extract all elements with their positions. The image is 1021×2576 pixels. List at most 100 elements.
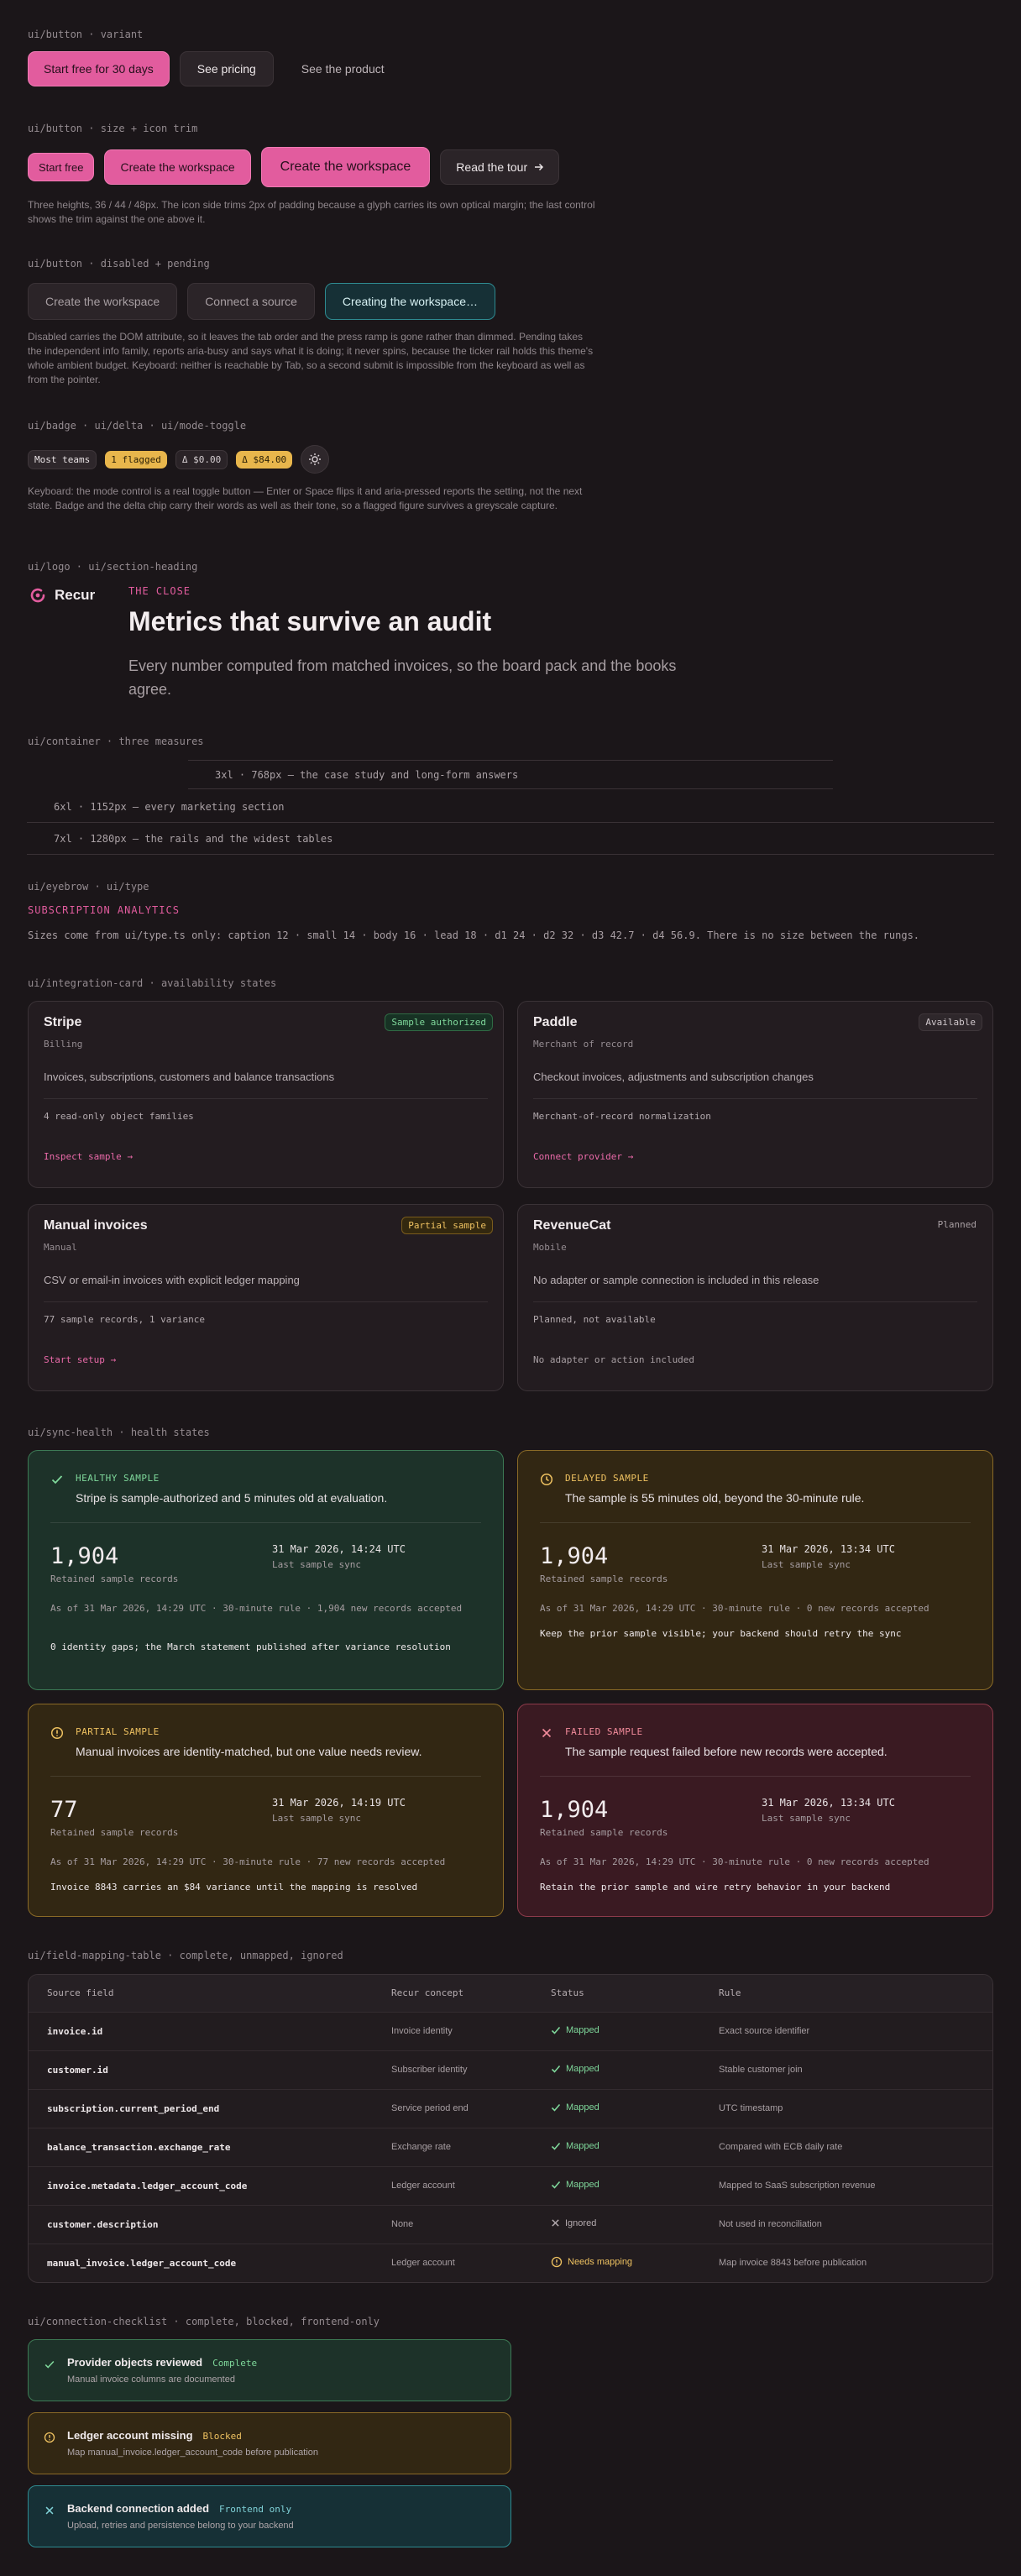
start-free-button[interactable]: Start free for 30 days [28, 51, 170, 86]
sync-tag: HEALTHY SAMPLE [76, 1473, 160, 1484]
divider [540, 1776, 971, 1777]
integration-title: Manual invoices [44, 1218, 148, 1233]
see-pricing-button[interactable]: See pricing [179, 51, 274, 86]
flagged-badge: 1 flagged [105, 450, 167, 469]
container-7xl: 7xl · 1280px — the rails and the widest … [27, 825, 994, 855]
eyebrow: SUBSCRIPTION ANALYTICS [28, 904, 180, 916]
sync-count: 1,904 [540, 1797, 609, 1823]
check-icon [551, 2103, 561, 2112]
table-row: customer.id Subscriber identity Mapped S… [29, 2050, 992, 2090]
column-header: Source field [29, 1975, 373, 2013]
arrow-right-icon [535, 163, 544, 171]
sun-icon [309, 453, 322, 465]
checklist-item-blocked: Ledger account missing Blocked Map manual… [28, 2412, 511, 2474]
rule: Mapped to SaaS subscription revenue [700, 2166, 992, 2206]
section-label-logo: ui/logo · ui/section-heading [28, 561, 198, 573]
inspect-sample-link[interactable]: Inspect sample → [44, 1151, 133, 1162]
column-header: Recur concept [373, 1975, 532, 2013]
sync-date: 31 Mar 2026, 14:24 UTC [272, 1543, 406, 1555]
section-label-badge: ui/badge · ui/delta · ui/mode-toggle [28, 420, 247, 432]
status-label: Needs mapping [568, 2256, 633, 2267]
table-row: balance_transaction.exchange_rate Exchan… [29, 2128, 992, 2167]
rule: Map invoice 8843 before publication [719, 2258, 867, 2269]
checklist-title: Backend connection added Frontend only [67, 2502, 291, 2515]
create-workspace-large-button[interactable]: Create the workspace [260, 147, 431, 187]
checklist-description: Map manual_invoice.ledger_account_code b… [67, 2448, 319, 2458]
create-workspace-disabled-button: Create the workspace [28, 283, 178, 320]
status-label: Mapped [566, 2179, 600, 2190]
delta-positive-chip: Δ $84.00 [236, 450, 293, 469]
rule: Stable customer join [700, 2050, 992, 2090]
divider [50, 1522, 481, 1523]
warning-circle-icon [551, 2256, 563, 2267]
sync-footnote: Retain the prior sample and wire retry b… [540, 1882, 891, 1893]
read-tour-button[interactable]: Read the tour [440, 149, 560, 185]
container-6xl: 6xl · 1152px — every marketing section [27, 793, 994, 823]
mode-toggle[interactable] [301, 445, 330, 474]
container-3xl-label: 3xl · 768px — the case study and long-fo… [215, 769, 519, 781]
table-row: invoice.metadata.ledger_account_code Led… [29, 2166, 992, 2206]
sync-card-delayed: DELAYED SAMPLE The sample is 55 minutes … [517, 1450, 993, 1690]
source-field: manual_invoice.ledger_account_code [47, 2257, 237, 2269]
sync-date: 31 Mar 2026, 13:34 UTC [762, 1797, 895, 1809]
recur-concept: Exchange rate [373, 2128, 532, 2167]
create-workspace-medium-button[interactable]: Create the workspace [104, 149, 251, 185]
status-cell: Mapped [532, 2166, 700, 2206]
start-setup-link[interactable]: Start setup → [44, 1354, 116, 1365]
checklist-item-complete: Provider objects reviewed Complete Manual… [28, 2339, 511, 2401]
integration-subtitle: Mobile [533, 1242, 567, 1253]
check-icon [45, 2360, 55, 2369]
sync-tag: DELAYED SAMPLE [565, 1473, 649, 1484]
status-badge: Planned [937, 1219, 976, 1230]
sync-as-of: As of 31 Mar 2026, 14:29 UTC · 30-minute… [540, 1603, 929, 1614]
delta-zero-chip: Δ $0.00 [175, 449, 228, 469]
connect-provider-link[interactable]: Connect provider → [533, 1151, 633, 1162]
rule: Compared with ECB daily rate [700, 2128, 992, 2167]
integration-meta: Planned, not available [533, 1314, 656, 1325]
logo[interactable]: Recur [29, 586, 95, 605]
checklist-title-text: Provider objects reviewed [67, 2356, 203, 2369]
checklist-title-text: Ledger account missing [67, 2429, 193, 2442]
section-label-button-size: ui/button · size + icon trim [28, 123, 198, 134]
checklist-item-frontend-only: Backend connection added Frontend only Up… [28, 2485, 511, 2547]
checklist-description: Upload, retries and persistence belong t… [67, 2521, 294, 2531]
see-product-button[interactable]: See the product [284, 51, 402, 86]
integration-subtitle: Merchant of record [533, 1039, 634, 1050]
checklist-title: Provider objects reviewed Complete [67, 2356, 257, 2369]
sync-as-of: As of 31 Mar 2026, 14:29 UTC · 30-minute… [50, 1603, 463, 1614]
status-cell: Ignored [532, 2205, 700, 2244]
status-label: Mapped [566, 2102, 600, 2113]
integration-description: CSV or email-in invoices with explicit l… [44, 1274, 300, 1286]
integration-meta: 4 read-only object families [44, 1111, 194, 1122]
connect-source-disabled-button: Connect a source [187, 283, 315, 320]
integration-description: Invoices, subscriptions, customers and b… [44, 1071, 335, 1083]
sync-card-partial: PARTIAL SAMPLE Manual invoices are ident… [28, 1704, 504, 1917]
container-7xl-label: 7xl · 1280px — the rails and the widest … [54, 833, 333, 845]
section-label-button-disabled: ui/button · disabled + pending [28, 258, 210, 270]
sync-count: 1,904 [50, 1543, 119, 1569]
source-field: balance_transaction.exchange_rate [29, 2128, 373, 2167]
container-3xl: 3xl · 768px — the case study and long-fo… [188, 760, 833, 789]
start-free-small-button[interactable]: Start free [28, 153, 95, 181]
integration-title: Stripe [44, 1015, 82, 1029]
source-field: customer.id [29, 2050, 373, 2090]
sync-date: 31 Mar 2026, 14:19 UTC [272, 1797, 406, 1809]
type-scale-note: Sizes come from ui/type.ts only: caption… [28, 929, 920, 941]
sync-as-of: As of 31 Mar 2026, 14:29 UTC · 30-minute… [540, 1856, 929, 1867]
source-field: customer.description [29, 2205, 373, 2244]
sync-card-failed: FAILED SAMPLE The sample request failed … [517, 1704, 993, 1917]
rule: Not used in reconciliation [700, 2205, 992, 2244]
sync-card-healthy: HEALTHY SAMPLE Stripe is sample-authoriz… [28, 1450, 504, 1690]
no-action-note: No adapter or action included [533, 1354, 695, 1365]
sync-date-label: Last sample sync [272, 1559, 361, 1570]
source-field: invoice.id [29, 2012, 373, 2051]
disabled-note: Disabled carries the DOM attribute, so i… [28, 331, 594, 385]
sync-count-label: Retained sample records [50, 1573, 179, 1584]
integration-card-paddle: Paddle Merchant of record Available Chec… [517, 1001, 993, 1188]
status-label: Ignored [565, 2217, 597, 2228]
section-label-sync: ui/sync-health · health states [28, 1427, 210, 1438]
sync-count-label: Retained sample records [540, 1827, 668, 1838]
integration-subtitle: Billing [44, 1039, 83, 1050]
badge-note: Keyboard: the mode control is a real tog… [28, 485, 583, 511]
check-icon [551, 2181, 561, 2189]
